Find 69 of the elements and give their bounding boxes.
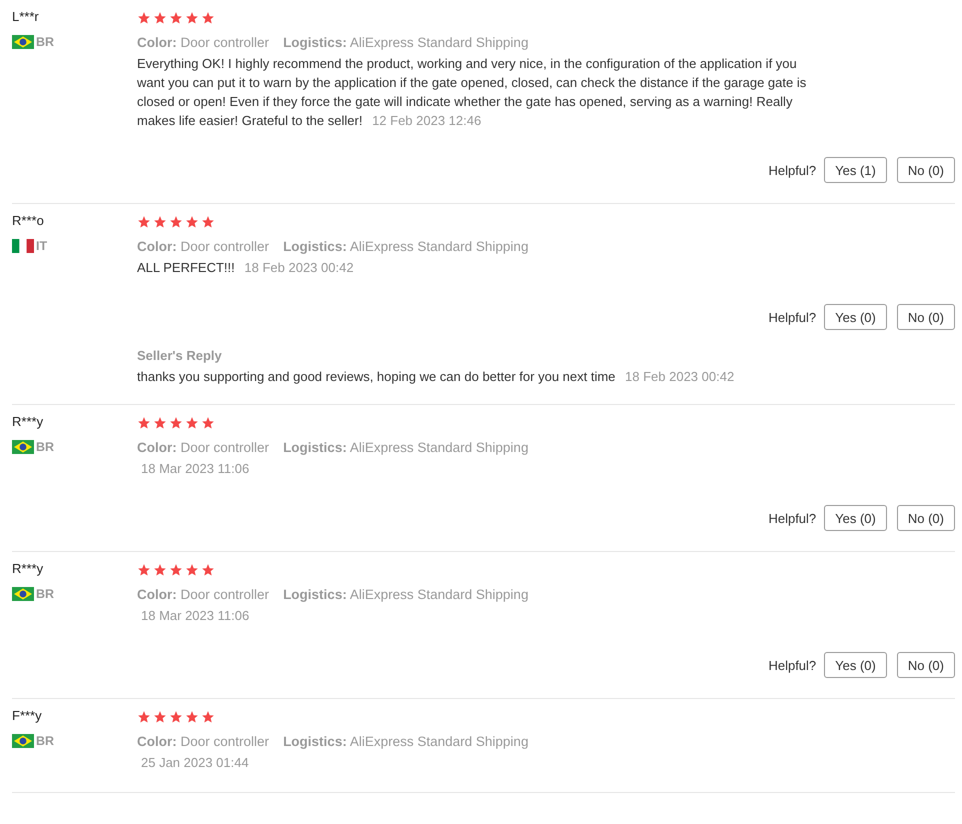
flag-icon <box>12 587 34 601</box>
star-icon <box>169 11 183 25</box>
review-date: 25 Jan 2023 01:44 <box>141 754 250 772</box>
reply-title: Seller's Reply <box>137 348 223 363</box>
logistics-info: Logistics: AliExpress Standard Shipping <box>283 586 528 602</box>
star-icon <box>185 563 199 577</box>
star-icon <box>153 11 167 25</box>
no-button[interactable]: No (0) <box>896 157 955 183</box>
user-name: R***o <box>12 212 45 230</box>
logistics-info: Logistics: AliExpress Standard Shipping <box>283 734 528 748</box>
yes-button[interactable]: Yes (0) <box>824 304 887 330</box>
star-icon <box>169 710 183 724</box>
star-icon <box>201 215 215 229</box>
star-icon <box>201 11 215 25</box>
star-icon <box>169 563 183 577</box>
color-info: Color: Door controller <box>137 440 270 454</box>
user-name: R***y <box>12 413 44 431</box>
user-name: F***y <box>12 707 43 725</box>
star-icon <box>153 710 167 724</box>
star-icon <box>137 215 151 229</box>
logistics-info: Logistics: AliExpress Standard Shipping <box>283 440 528 454</box>
color-info: Color: Door controller <box>137 238 270 254</box>
color-info: Color: Door controller <box>137 34 270 50</box>
logistics-info: Logistics: AliExpress Standard Shipping <box>283 34 528 50</box>
reply-text: thanks you supporting and good reviews, hoping we can do better for you next time 18 Feb 2023 00:42 <box>137 369 736 384</box>
country-code: IT <box>36 239 48 253</box>
star-icon <box>201 563 215 577</box>
helpful-label: Helpful? <box>768 162 816 178</box>
star-icon <box>153 563 167 577</box>
no-button[interactable]: No (0) <box>896 304 955 330</box>
user-name: R***y <box>12 560 44 578</box>
flag-icon <box>12 239 34 253</box>
helpful-label: Helpful? <box>768 310 816 324</box>
review-date: 18 Mar 2023 11:06 <box>141 607 250 625</box>
review-text: ALL PERFECT!!! 18 Feb 2023 00:42 <box>137 259 355 277</box>
star-icon <box>201 416 215 430</box>
country-code: BR <box>36 734 54 748</box>
yes-button[interactable]: Yes (0) <box>824 652 887 678</box>
flag-icon <box>12 35 34 49</box>
flag-icon <box>12 734 34 748</box>
country-code: BR <box>36 587 54 601</box>
star-icon <box>137 563 151 577</box>
star-icon <box>137 11 151 25</box>
star-icon <box>185 215 199 229</box>
country-code: BR <box>36 440 54 454</box>
star-icon <box>137 710 151 724</box>
star-icon <box>185 710 199 724</box>
flag-icon <box>12 440 34 454</box>
review-text: Everything OK! I highly recommend the product, working and very nice, in the configuration of the application if you want you can put it to warn by the application if the gate opened, closed, can check the distance if the garage gate is closed or open! Even if they force the gate will indicate whether the gate has opened, serving as a warning! Really makes life easier! Grateful to the seller! 12 Feb 2023 12:46 <box>137 55 808 130</box>
review-date: 18 Mar 2023 11:06 <box>141 460 250 478</box>
star-icon <box>169 416 183 430</box>
yes-button[interactable]: Yes (1) <box>824 157 887 183</box>
logistics-info: Logistics: AliExpress Standard Shipping <box>283 238 528 254</box>
star-icon <box>153 215 167 229</box>
star-icon <box>169 215 183 229</box>
star-icon <box>137 416 151 430</box>
color-info: Color: Door controller <box>137 734 270 748</box>
no-button[interactable]: No (0) <box>896 505 955 531</box>
helpful-label: Helpful? <box>768 658 816 672</box>
yes-button[interactable]: Yes (0) <box>824 505 887 531</box>
country-code: BR <box>36 35 54 49</box>
no-button[interactable]: No (0) <box>896 652 955 678</box>
star-icon <box>201 710 215 724</box>
star-icon <box>185 416 199 430</box>
star-icon <box>185 11 199 25</box>
user-name: L***r <box>12 8 40 26</box>
color-info: Color: Door controller <box>137 586 270 602</box>
star-icon <box>153 416 167 430</box>
helpful-label: Helpful? <box>768 510 816 526</box>
